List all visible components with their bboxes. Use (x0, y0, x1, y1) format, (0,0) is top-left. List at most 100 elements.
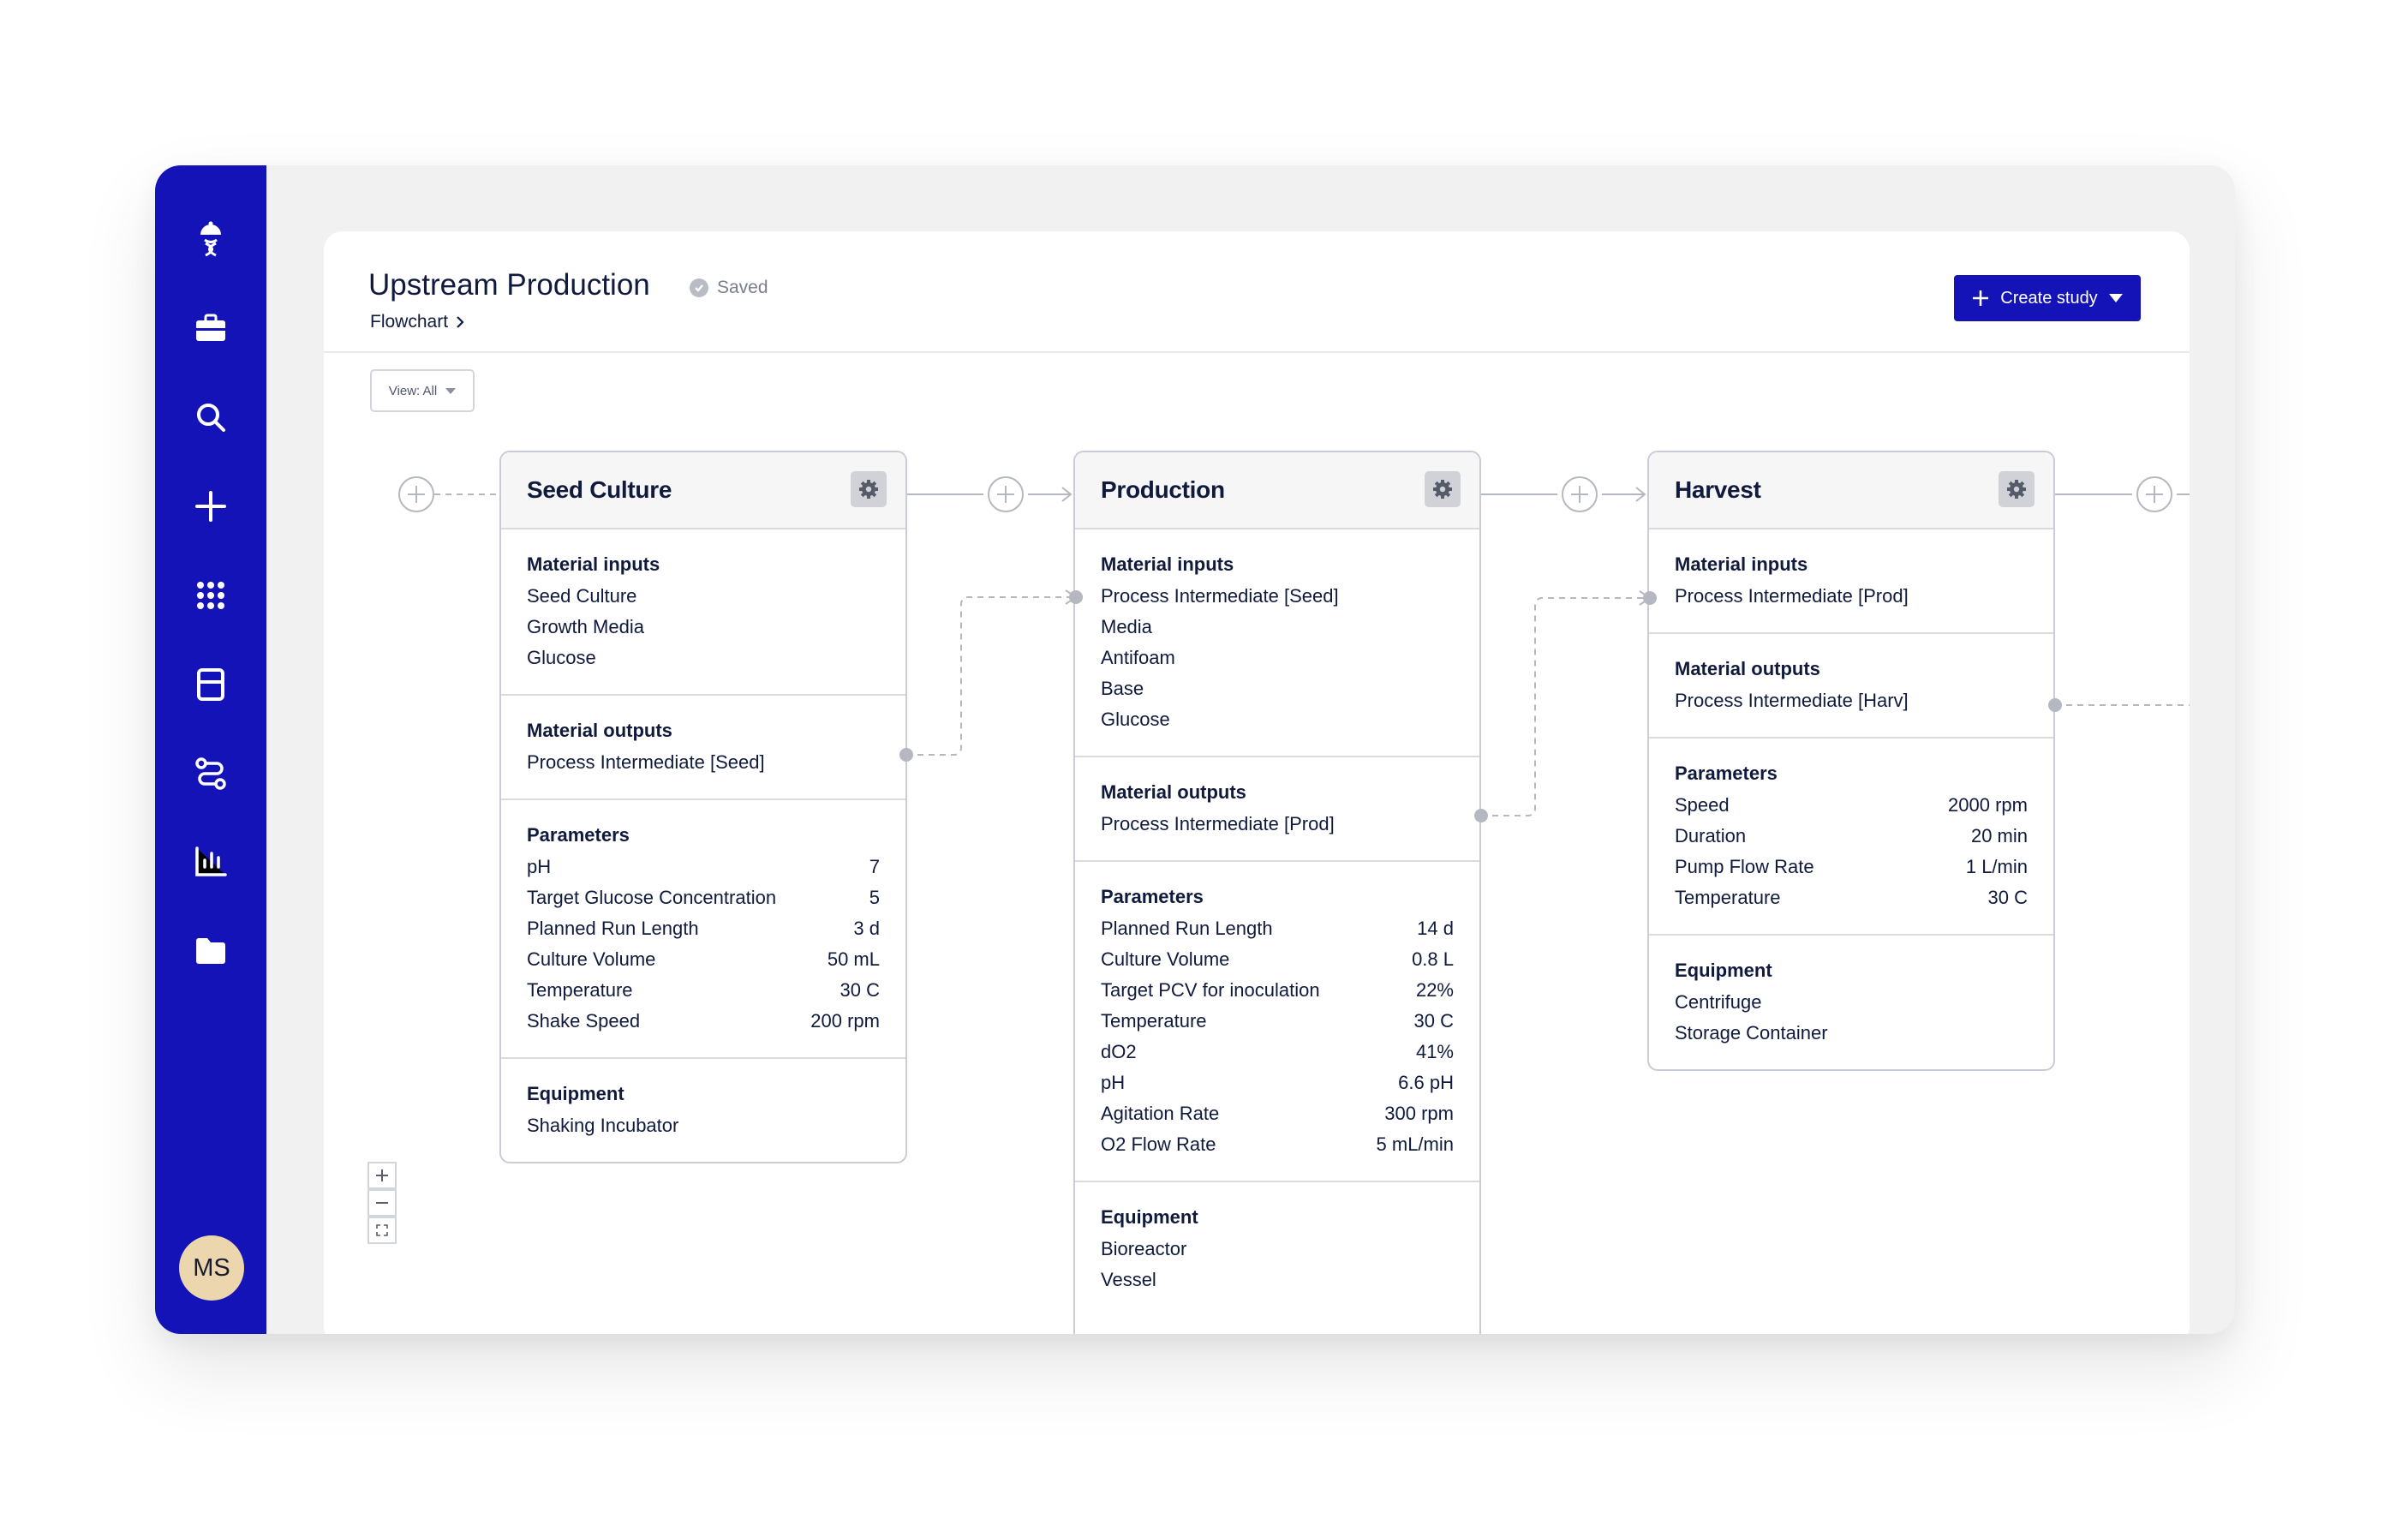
card-title: Harvest (1675, 476, 1761, 503)
step-card-production[interactable]: Production Material inputs Process Inter… (1073, 451, 1481, 1334)
section-title: Material inputs (527, 553, 660, 575)
list-item: Media (1101, 616, 1152, 637)
parameter-name: pH (527, 856, 552, 877)
list-item: Shaking Incubator (527, 1115, 679, 1136)
list-item: Process Intermediate [Harv] (1675, 690, 1909, 711)
parameter-row: Planned Run Length 14 d (1101, 913, 1454, 944)
parameter-name: Target PCV for inoculation (1101, 979, 1320, 1001)
parameter-value: 2000 rpm (1948, 794, 2028, 816)
list-item: Process Intermediate [Prod] (1675, 585, 1909, 607)
material-link (1481, 597, 1650, 816)
parameter-name: Temperature (1675, 887, 1781, 908)
equipment-section: Equipment Bioreactor Vessel (1075, 1182, 1479, 1316)
parameter-row: pH 6.6 pH (1101, 1068, 1454, 1098)
section-title: Equipment (527, 1083, 624, 1104)
minus-icon (376, 1202, 388, 1204)
parameters-section: Parameters Speed 2000 rpm Duration 20 min … (1649, 739, 2053, 936)
layout-icon[interactable] (187, 661, 235, 709)
briefcase-icon[interactable] (187, 304, 235, 352)
parameter-name: Planned Run Length (527, 918, 699, 939)
parameter-name: Speed (1675, 794, 1730, 816)
step-card-seed-culture[interactable]: Seed Culture Material inputs Seed Cultur… (499, 451, 907, 1163)
plus-icon[interactable] (187, 482, 235, 530)
parameter-name: Temperature (527, 979, 633, 1001)
zoom-in-button[interactable] (367, 1162, 397, 1189)
parameter-value: 30 C (1413, 1010, 1454, 1032)
parameter-name: Culture Volume (1101, 948, 1230, 970)
user-avatar[interactable]: MS (179, 1235, 244, 1301)
material-link (906, 596, 1076, 756)
fit-view-button[interactable] (367, 1217, 397, 1244)
card-header: Seed Culture (501, 452, 905, 529)
expand-icon (376, 1224, 388, 1236)
parameter-row: Temperature 30 C (527, 975, 880, 1006)
search-icon[interactable] (187, 393, 235, 441)
list-item: Glucose (1101, 709, 1170, 730)
logo-icon[interactable] (187, 213, 235, 261)
section-title: Parameters (1101, 886, 1204, 907)
material-inputs-section: Material inputs Process Intermediate [Pr… (1649, 529, 2053, 634)
list-item: Storage Container (1675, 1022, 1828, 1044)
parameter-value: 6.6 pH (1398, 1072, 1454, 1093)
parameter-name: Duration (1675, 825, 1747, 846)
parameter-value: 5 mL/min (1376, 1133, 1454, 1155)
list-item: Bioreactor (1101, 1238, 1187, 1259)
bar-chart-icon[interactable] (187, 837, 235, 885)
section-title: Material inputs (1675, 553, 1808, 575)
parameter-value: 22% (1415, 979, 1454, 1001)
gear-icon[interactable] (1425, 471, 1461, 507)
section-title: Equipment (1675, 960, 1772, 981)
section-title: Equipment (1101, 1206, 1198, 1228)
main-panel: Upstream Production Saved Flowchart Crea… (324, 231, 2190, 1334)
parameter-row: Shake Speed 200 rpm (527, 1006, 880, 1037)
section-title: Material outputs (1675, 658, 1820, 679)
section-title: Material outputs (1101, 781, 1246, 803)
parameter-row: Temperature 30 C (1675, 882, 2028, 913)
parameter-row: Planned Run Length 3 d (527, 913, 880, 944)
list-item: Centrifuge (1675, 991, 1762, 1013)
parameter-name: Shake Speed (527, 1010, 641, 1032)
gear-icon[interactable] (851, 471, 887, 507)
plus-icon (376, 1169, 388, 1181)
workflow-icon[interactable] (187, 750, 235, 798)
parameter-name: dO2 (1101, 1041, 1137, 1062)
parameter-value: 0.8 L (1412, 948, 1454, 970)
parameter-row: Target PCV for inoculation 22% (1101, 975, 1454, 1006)
parameter-value: 14 d (1417, 918, 1454, 939)
section-title: Parameters (527, 824, 630, 846)
section-title: Material outputs (527, 720, 672, 741)
apps-grid-icon[interactable] (187, 571, 235, 619)
parameter-row: Culture Volume 0.8 L (1101, 944, 1454, 975)
list-item: Vessel (1101, 1269, 1156, 1290)
parameter-name: Agitation Rate (1101, 1103, 1220, 1124)
parameter-name: O2 Flow Rate (1101, 1133, 1216, 1155)
section-title: Parameters (1675, 763, 1778, 784)
zoom-out-button[interactable] (367, 1189, 397, 1217)
list-item: Process Intermediate [Seed] (527, 751, 765, 773)
gear-icon[interactable] (1999, 471, 2035, 507)
parameter-value: 200 rpm (810, 1010, 880, 1032)
material-outputs-section: Material outputs Process Intermediate [H… (1649, 634, 2053, 739)
parameter-name: pH (1101, 1072, 1126, 1093)
parameters-section: Parameters pH 7 Target Glucose Concentrat… (501, 800, 905, 1059)
parameter-name: Culture Volume (527, 948, 656, 970)
parameter-value: 7 (869, 856, 880, 877)
parameter-value: 20 min (1970, 825, 2028, 846)
equipment-section: Equipment Shaking Incubator (501, 1059, 905, 1162)
section-title: Material inputs (1101, 553, 1234, 575)
sidebar: MS (155, 165, 266, 1334)
parameter-value: 41% (1415, 1041, 1454, 1062)
step-card-harvest[interactable]: Harvest Material inputs Process Intermed… (1647, 451, 2055, 1071)
parameter-row: Target Glucose Concentration 5 (527, 882, 880, 913)
material-inputs-section: Material inputs Seed Culture Growth Medi… (501, 529, 905, 696)
equipment-section: Equipment Centrifuge Storage Container (1649, 936, 2053, 1069)
material-outputs-section: Material outputs Process Intermediate [P… (1075, 757, 1479, 862)
folder-icon[interactable] (187, 926, 235, 974)
parameter-name: Planned Run Length (1101, 918, 1273, 939)
parameter-value: 3 d (853, 918, 880, 939)
parameter-row: pH 7 (527, 852, 880, 882)
material-inputs-section: Material inputs Process Intermediate [Se… (1075, 529, 1479, 757)
parameter-row: Agitation Rate 300 rpm (1101, 1098, 1454, 1129)
parameter-row: Temperature 30 C (1101, 1006, 1454, 1037)
card-header: Harvest (1649, 452, 2053, 529)
